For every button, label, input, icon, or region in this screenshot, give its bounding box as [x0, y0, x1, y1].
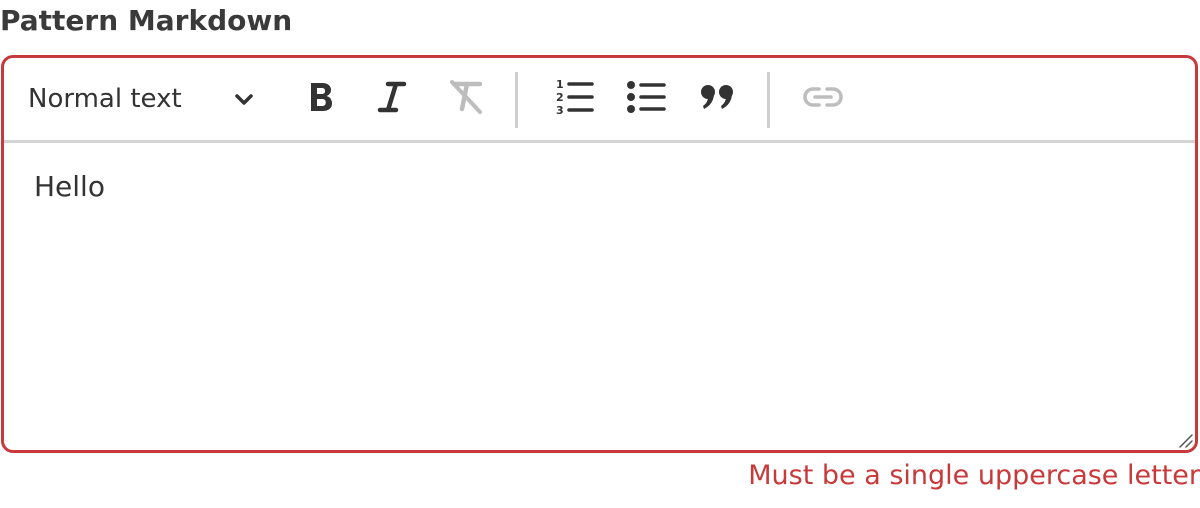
blockquote-button[interactable]	[694, 75, 742, 123]
link-button[interactable]	[799, 75, 847, 123]
italic-button[interactable]	[368, 75, 416, 123]
editor-toolbar: Normal text 1 2 3	[4, 58, 1195, 143]
editor-content[interactable]: Hello	[34, 170, 1154, 420]
clear-formatting-button[interactable]	[442, 75, 490, 123]
svg-text:3: 3	[556, 104, 564, 117]
ordered-list-button[interactable]: 1 2 3	[550, 75, 598, 123]
markdown-editor: Normal text 1 2 3 Hello	[1, 55, 1198, 453]
svg-text:1: 1	[556, 78, 564, 91]
text-format-select[interactable]: Normal text	[28, 76, 260, 122]
svg-text:2: 2	[556, 91, 564, 104]
resize-handle-icon[interactable]	[1177, 432, 1193, 448]
italic-icon	[377, 80, 407, 118]
toolbar-divider	[767, 72, 770, 128]
toolbar-divider	[515, 72, 518, 128]
validation-error-message: Must be a single uppercase letter	[748, 460, 1200, 491]
clear-format-icon	[446, 79, 486, 119]
ordered-list-icon: 1 2 3	[554, 77, 594, 121]
bullet-list-icon	[626, 79, 666, 119]
chevron-down-icon	[232, 88, 256, 112]
field-label: Pattern Markdown	[0, 4, 293, 37]
link-icon	[802, 84, 844, 114]
quote-icon	[700, 83, 736, 115]
bold-icon	[307, 80, 335, 118]
text-format-select-value: Normal text	[28, 84, 182, 114]
bold-button[interactable]	[297, 75, 345, 123]
bullet-list-button[interactable]	[622, 75, 670, 123]
